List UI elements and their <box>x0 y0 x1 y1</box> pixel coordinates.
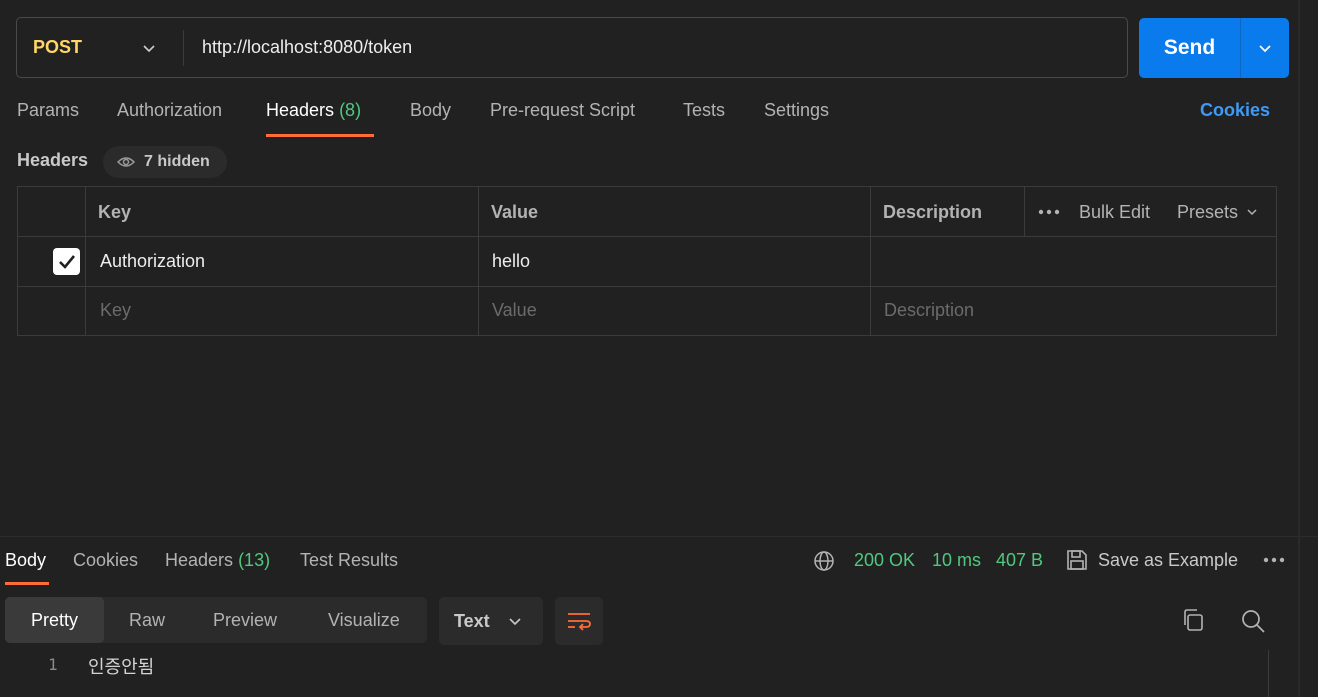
chevron-down-icon[interactable] <box>141 40 157 56</box>
presets-dropdown[interactable]: Presets <box>1177 187 1258 237</box>
eye-icon <box>117 157 135 167</box>
tab-headers-count: (8) <box>339 100 362 120</box>
request-url-bar: POST http://localhost:8080/token <box>16 17 1128 78</box>
chevron-down-icon <box>1259 45 1271 53</box>
view-mode-preview[interactable]: Preview <box>213 597 277 643</box>
column-header-description: Description <box>883 201 983 222</box>
more-options-icon[interactable] <box>1038 187 1060 237</box>
panel-edge <box>1298 0 1300 697</box>
tab-tests[interactable]: Tests <box>683 100 725 128</box>
tab-params[interactable]: Params <box>17 100 79 128</box>
scrollbar[interactable] <box>1268 650 1288 697</box>
method-selector[interactable]: POST <box>33 18 82 77</box>
line-number: 1 <box>48 655 58 674</box>
search-icon[interactable] <box>1240 608 1266 634</box>
active-tab-indicator <box>266 134 374 137</box>
send-button[interactable]: Send <box>1139 18 1240 78</box>
new-key-input[interactable]: Key <box>100 286 131 335</box>
new-value-input[interactable]: Value <box>492 286 537 335</box>
url-divider <box>183 30 184 66</box>
headers-table: Key Value Description Bulk Edit Presets … <box>17 186 1277 336</box>
chevron-down-icon <box>509 618 521 626</box>
wrap-lines-button[interactable] <box>555 597 603 645</box>
view-mode-visualize[interactable]: Visualize <box>328 597 400 643</box>
send-options-button[interactable] <box>1240 18 1289 78</box>
globe-icon[interactable] <box>813 550 835 572</box>
response-time[interactable]: 10 ms <box>932 550 981 571</box>
headers-section-title: Headers <box>17 150 89 170</box>
bulk-edit-button[interactable]: Bulk Edit <box>1079 187 1150 237</box>
response-size[interactable]: 407 B <box>996 550 1043 571</box>
new-description-input[interactable]: Description <box>884 286 974 335</box>
method-label: POST <box>33 37 83 57</box>
tab-body[interactable]: Body <box>410 100 451 128</box>
response-divider <box>0 536 1318 537</box>
header-description-cell[interactable] <box>884 237 1264 286</box>
response-tab-cookies[interactable]: Cookies <box>73 550 138 571</box>
wrap-lines-icon <box>568 613 591 631</box>
active-response-tab-indicator <box>5 582 49 585</box>
presets-label: Presets <box>1177 201 1239 222</box>
checkmark-icon <box>58 254 75 269</box>
tab-pre-request-script[interactable]: Pre-request Script <box>490 100 635 128</box>
chevron-down-icon <box>1247 209 1257 216</box>
response-tab-headers-count: (13) <box>238 550 271 570</box>
save-as-example-button[interactable]: Save as Example <box>1098 550 1238 571</box>
response-tab-body[interactable]: Body <box>5 550 46 571</box>
url-input[interactable]: http://localhost:8080/token <box>202 18 412 77</box>
format-label: Text <box>454 610 490 631</box>
tab-settings[interactable]: Settings <box>764 100 829 128</box>
status-code[interactable]: 200 OK <box>854 550 915 571</box>
view-mode-pretty[interactable]: Pretty <box>5 597 104 643</box>
tab-headers-label: Headers <box>266 100 335 120</box>
column-header-value: Value <box>491 201 539 222</box>
response-tab-headers-label: Headers <box>165 550 234 570</box>
header-row-checkbox[interactable] <box>53 248 80 275</box>
view-mode-raw[interactable]: Raw <box>129 597 165 643</box>
hidden-headers-toggle[interactable]: 7 hidden <box>103 146 227 178</box>
format-dropdown[interactable]: Text <box>439 597 543 645</box>
header-key-cell[interactable]: Authorization <box>100 237 205 286</box>
column-header-key: Key <box>98 201 132 222</box>
save-icon[interactable] <box>1066 549 1088 571</box>
tab-authorization[interactable]: Authorization <box>117 100 222 128</box>
more-options-icon[interactable] <box>1263 557 1285 563</box>
hidden-headers-label: 7 hidden <box>144 153 210 170</box>
response-body-line: 인증안됨 <box>88 657 155 678</box>
copy-icon[interactable] <box>1181 608 1205 632</box>
tab-headers[interactable]: Headers (8) <box>266 100 361 128</box>
header-value-cell[interactable]: hello <box>492 237 530 286</box>
response-tab-headers[interactable]: Headers (13) <box>165 550 270 571</box>
response-tab-test-results[interactable]: Test Results <box>300 550 398 571</box>
cookies-link[interactable]: Cookies <box>1200 100 1270 121</box>
